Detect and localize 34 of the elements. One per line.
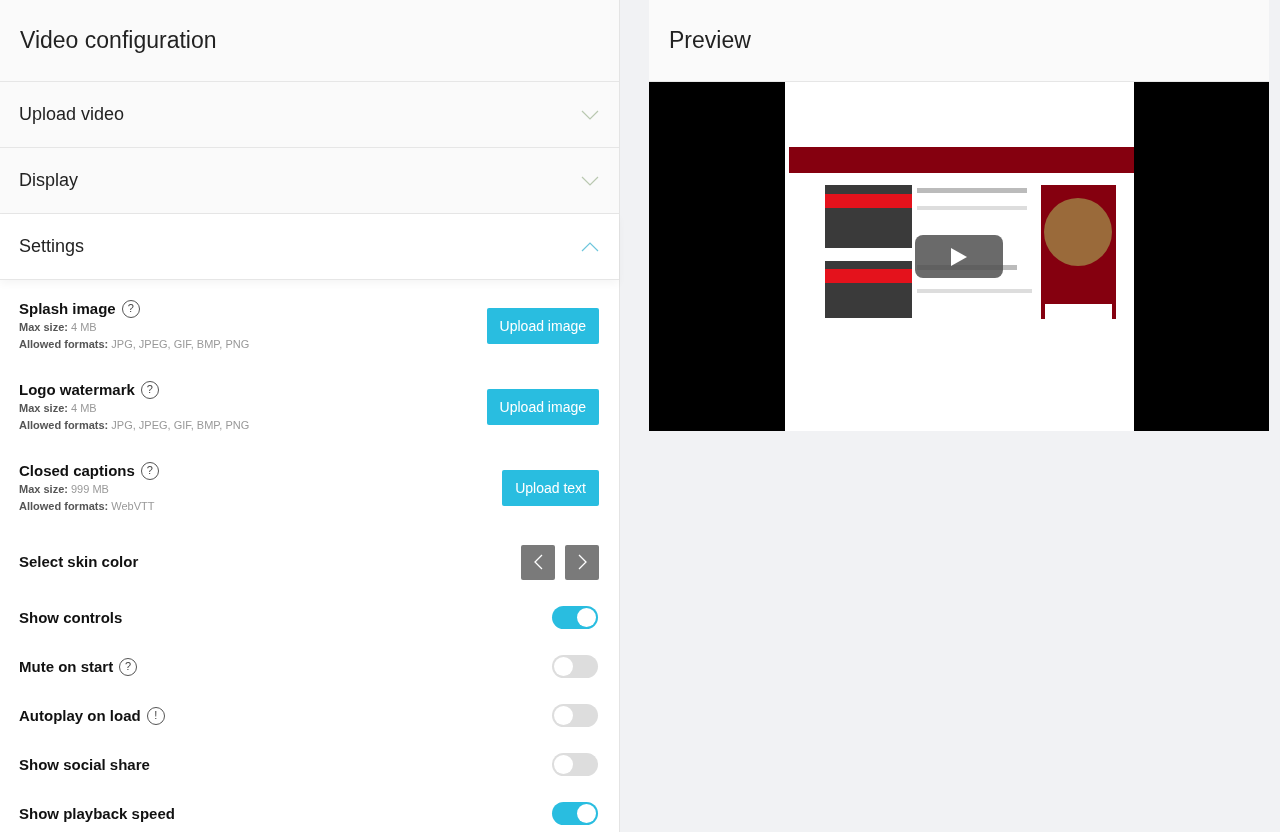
- toggle-switch[interactable]: [552, 704, 598, 727]
- setting-label: Select skin color: [19, 552, 139, 572]
- size-info: Max size: 999 MB: [19, 481, 110, 497]
- preview-title: Preview: [669, 27, 751, 54]
- play-icon: [951, 247, 967, 266]
- play-button[interactable]: [915, 235, 1003, 278]
- accordion-header[interactable]: Display: [0, 148, 619, 214]
- setting-label: Splash image: [19, 298, 116, 319]
- chevron-left-icon: [533, 554, 543, 570]
- panel-title: Video configuration: [20, 27, 217, 54]
- setting-label: Show social share: [19, 754, 150, 775]
- setting-label: Closed captions: [19, 460, 135, 481]
- chevron-down-icon: [581, 175, 599, 186]
- previous-button[interactable]: [521, 544, 555, 580]
- toggle-switch[interactable]: [552, 753, 598, 776]
- setting-label: Mute on start: [19, 656, 114, 677]
- accordion-header[interactable]: Upload video: [0, 82, 619, 148]
- toggle-switch[interactable]: [552, 655, 598, 678]
- size-info: Max size: 4 MB: [19, 319, 98, 335]
- chevron-up-icon: [581, 241, 599, 252]
- formats-info: Allowed formats: WebVTT: [19, 498, 156, 514]
- chevron-down-icon: [581, 109, 599, 120]
- size-info: Max size: 4 MB: [19, 400, 98, 416]
- next-button[interactable]: [565, 544, 599, 580]
- formats-info: Allowed formats: JPG, JPEG, GIF, BMP, PNG: [19, 417, 250, 433]
- setting-label: Autoplay on load: [19, 705, 141, 726]
- toggle-switch[interactable]: [552, 802, 598, 825]
- setting-label: Logo watermark: [19, 379, 135, 400]
- chevron-right-icon: [577, 554, 587, 570]
- toggle-switch[interactable]: [552, 606, 598, 629]
- accordion-header[interactable]: Settings: [0, 214, 619, 280]
- setting-label: Show controls: [19, 607, 123, 628]
- formats-info: Allowed formats: JPG, JPEG, GIF, BMP, PNG: [19, 336, 250, 352]
- setting-label: Show playback speed: [19, 803, 175, 824]
